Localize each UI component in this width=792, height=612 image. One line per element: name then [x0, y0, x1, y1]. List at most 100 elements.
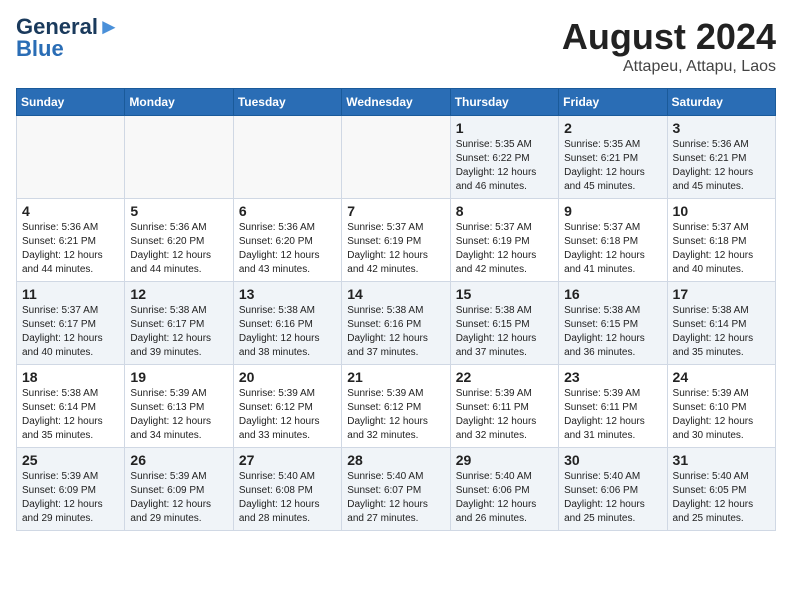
calendar-cell: 12Sunrise: 5:38 AM Sunset: 6:17 PM Dayli… — [125, 282, 233, 365]
calendar-cell: 5 Sunrise: 5:36 AM Sunset: 6:20 PM Daylig… — [125, 199, 233, 282]
day-number: 19 — [130, 369, 227, 385]
day-number: 12 — [130, 286, 227, 302]
calendar-cell — [342, 116, 450, 199]
column-header-sunday: Sunday — [17, 89, 125, 116]
day-number: 28 — [347, 452, 444, 468]
calendar-cell: 24 Sunrise: 5:39 AM Sunset: 6:10 PM Dayli… — [667, 365, 775, 448]
calendar-cell: 14Sunrise: 5:38 AM Sunset: 6:16 PM Dayli… — [342, 282, 450, 365]
day-number: 25 — [22, 452, 119, 468]
day-number: 10 — [673, 203, 770, 219]
day-number: 5 — [130, 203, 227, 219]
calendar-cell: 30 Sunrise: 5:40 AM Sunset: 6:06 PM Dayli… — [559, 448, 667, 531]
day-info: Sunrise: 5:36 AM Sunset: 6:21 PM Dayligh… — [673, 138, 770, 194]
calendar-table: SundayMondayTuesdayWednesdayThursdayFrid… — [16, 88, 776, 531]
calendar-cell: 23 Sunrise: 5:39 AM Sunset: 6:11 PM Dayli… — [559, 365, 667, 448]
week-row-4: 18Sunrise: 5:38 AM Sunset: 6:14 PM Dayli… — [17, 365, 776, 448]
day-info: Sunrise: 5:40 AM Sunset: 6:05 PM Dayligh… — [673, 470, 770, 526]
calendar-cell: 17 Sunrise: 5:38 AM Sunset: 6:14 PM Dayli… — [667, 282, 775, 365]
day-info: Sunrise: 5:39 AM Sunset: 6:12 PM Dayligh… — [239, 387, 336, 443]
calendar-cell: 29Sunrise: 5:40 AM Sunset: 6:06 PM Dayli… — [450, 448, 558, 531]
day-number: 23 — [564, 369, 661, 385]
day-info: Sunrise: 5:36 AM Sunset: 6:20 PM Dayligh… — [239, 221, 336, 277]
day-info: Sunrise: 5:39 AM Sunset: 6:09 PM Dayligh… — [130, 470, 227, 526]
day-info: Sunrise: 5:40 AM Sunset: 6:06 PM Dayligh… — [564, 470, 661, 526]
day-info: Sunrise: 5:39 AM Sunset: 6:12 PM Dayligh… — [347, 387, 444, 443]
day-number: 4 — [22, 203, 119, 219]
day-number: 14 — [347, 286, 444, 302]
day-info: Sunrise: 5:38 AM Sunset: 6:14 PM Dayligh… — [673, 304, 770, 360]
day-number: 16 — [564, 286, 661, 302]
month-title: August 2024 — [562, 16, 776, 58]
day-info: Sunrise: 5:35 AM Sunset: 6:21 PM Dayligh… — [564, 138, 661, 194]
page-header: General► Blue August 2024 Attapeu, Attap… — [16, 16, 776, 76]
column-header-thursday: Thursday — [450, 89, 558, 116]
day-number: 3 — [673, 120, 770, 136]
calendar-cell: 8 Sunrise: 5:37 AM Sunset: 6:19 PM Daylig… — [450, 199, 558, 282]
day-info: Sunrise: 5:38 AM Sunset: 6:15 PM Dayligh… — [456, 304, 553, 360]
day-number: 8 — [456, 203, 553, 219]
calendar-cell: 1 Sunrise: 5:35 AM Sunset: 6:22 PM Daylig… — [450, 116, 558, 199]
day-number: 31 — [673, 452, 770, 468]
day-info: Sunrise: 5:35 AM Sunset: 6:22 PM Dayligh… — [456, 138, 553, 194]
day-info: Sunrise: 5:37 AM Sunset: 6:18 PM Dayligh… — [564, 221, 661, 277]
logo-text: General► — [16, 16, 120, 38]
column-header-wednesday: Wednesday — [342, 89, 450, 116]
calendar-cell: 21 Sunrise: 5:39 AM Sunset: 6:12 PM Dayli… — [342, 365, 450, 448]
calendar-cell: 13Sunrise: 5:38 AM Sunset: 6:16 PM Dayli… — [233, 282, 341, 365]
day-info: Sunrise: 5:37 AM Sunset: 6:18 PM Dayligh… — [673, 221, 770, 277]
day-number: 9 — [564, 203, 661, 219]
day-info: Sunrise: 5:40 AM Sunset: 6:08 PM Dayligh… — [239, 470, 336, 526]
day-number: 26 — [130, 452, 227, 468]
day-number: 29 — [456, 452, 553, 468]
calendar-cell: 4Sunrise: 5:36 AM Sunset: 6:21 PM Daylig… — [17, 199, 125, 282]
calendar-cell: 10 Sunrise: 5:37 AM Sunset: 6:18 PM Dayli… — [667, 199, 775, 282]
day-number: 27 — [239, 452, 336, 468]
day-info: Sunrise: 5:37 AM Sunset: 6:19 PM Dayligh… — [347, 221, 444, 277]
calendar-cell: 19 Sunrise: 5:39 AM Sunset: 6:13 PM Dayli… — [125, 365, 233, 448]
day-number: 11 — [22, 286, 119, 302]
day-number: 2 — [564, 120, 661, 136]
day-info: Sunrise: 5:39 AM Sunset: 6:11 PM Dayligh… — [456, 387, 553, 443]
calendar-cell: 6 Sunrise: 5:36 AM Sunset: 6:20 PM Daylig… — [233, 199, 341, 282]
calendar-cell: 25Sunrise: 5:39 AM Sunset: 6:09 PM Dayli… — [17, 448, 125, 531]
day-info: Sunrise: 5:39 AM Sunset: 6:13 PM Dayligh… — [130, 387, 227, 443]
day-number: 13 — [239, 286, 336, 302]
calendar-cell: 7 Sunrise: 5:37 AM Sunset: 6:19 PM Daylig… — [342, 199, 450, 282]
calendar-cell: 27 Sunrise: 5:40 AM Sunset: 6:08 PM Dayli… — [233, 448, 341, 531]
day-number: 15 — [456, 286, 553, 302]
calendar-cell: 11 Sunrise: 5:37 AM Sunset: 6:17 PM Dayli… — [17, 282, 125, 365]
week-row-5: 25 Sunrise: 5:39 AM Sunset: 6:09 PM Dayli… — [17, 448, 776, 531]
location-subtitle: Attapeu, Attapu, Laos — [562, 58, 776, 76]
calendar-cell: 2 Sunrise: 5:35 AM Sunset: 6:21 PM Daylig… — [559, 116, 667, 199]
day-number: 18 — [22, 369, 119, 385]
day-info: Sunrise: 5:37 AM Sunset: 6:19 PM Dayligh… — [456, 221, 553, 277]
column-header-saturday: Saturday — [667, 89, 775, 116]
day-info: Sunrise: 5:36 AM Sunset: 6:20 PM Dayligh… — [130, 221, 227, 277]
title-block: August 2024 Attapeu, Attapu, Laos — [562, 16, 776, 76]
day-number: 6 — [239, 203, 336, 219]
day-number: 7 — [347, 203, 444, 219]
calendar-cell — [125, 116, 233, 199]
day-info: Sunrise: 5:40 AM Sunset: 6:07 PM Dayligh… — [347, 470, 444, 526]
week-row-2: 4Sunrise: 5:36 AM Sunset: 6:21 PM Daylig… — [17, 199, 776, 282]
day-number: 24 — [673, 369, 770, 385]
day-number: 30 — [564, 452, 661, 468]
day-info: Sunrise: 5:38 AM Sunset: 6:15 PM Dayligh… — [564, 304, 661, 360]
calendar-cell: 20Sunrise: 5:39 AM Sunset: 6:12 PM Dayli… — [233, 365, 341, 448]
day-number: 1 — [456, 120, 553, 136]
calendar-cell: 9 Sunrise: 5:37 AM Sunset: 6:18 PM Daylig… — [559, 199, 667, 282]
column-header-monday: Monday — [125, 89, 233, 116]
calendar-cell: 26 Sunrise: 5:39 AM Sunset: 6:09 PM Dayli… — [125, 448, 233, 531]
day-number: 17 — [673, 286, 770, 302]
day-number: 21 — [347, 369, 444, 385]
calendar-cell — [17, 116, 125, 199]
day-info: Sunrise: 5:37 AM Sunset: 6:17 PM Dayligh… — [22, 304, 119, 360]
logo-blue: Blue — [16, 38, 64, 60]
calendar-cell: 31 Sunrise: 5:40 AM Sunset: 6:05 PM Dayli… — [667, 448, 775, 531]
week-row-3: 11 Sunrise: 5:37 AM Sunset: 6:17 PM Dayli… — [17, 282, 776, 365]
calendar-cell: 3 Sunrise: 5:36 AM Sunset: 6:21 PM Daylig… — [667, 116, 775, 199]
day-info: Sunrise: 5:39 AM Sunset: 6:11 PM Dayligh… — [564, 387, 661, 443]
logo: General► Blue — [16, 16, 120, 60]
day-info: Sunrise: 5:39 AM Sunset: 6:10 PM Dayligh… — [673, 387, 770, 443]
calendar-cell: 28 Sunrise: 5:40 AM Sunset: 6:07 PM Dayli… — [342, 448, 450, 531]
